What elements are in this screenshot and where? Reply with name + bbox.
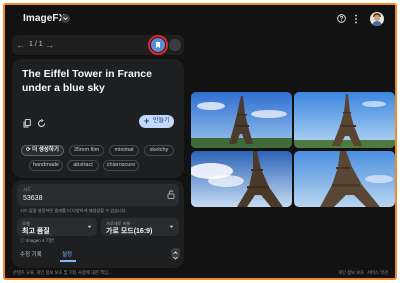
seed-value: 53638 — [23, 195, 43, 202]
refresh-icon: ⟳ — [26, 147, 31, 153]
prompt-card: The Eiffel Tower in France under a blue … — [12, 59, 184, 178]
result-counter: 1 / 1 — [29, 41, 43, 48]
expand-icon — [173, 251, 178, 260]
generated-image-3[interactable] — [191, 151, 292, 207]
settings-card: 시드 53638 시드 값을 설정하면 결과를 더 다양하게 재생성할 수 있습… — [12, 180, 184, 268]
active-tab-indicator — [60, 260, 76, 262]
copy-icon[interactable] — [23, 119, 31, 128]
footer-disclaimer: 콘텐츠 오류, 개인 정보 보호 및 기타 사항에 대한 책임... — [13, 270, 112, 275]
chip-sketchy[interactable]: sketchy — [144, 145, 174, 156]
image-gallery — [191, 92, 395, 208]
seed-label: 시드 — [23, 187, 32, 192]
app-menu-button[interactable] — [61, 14, 70, 23]
app-title: ImageFX — [23, 13, 66, 24]
seed-help-text: 시드 값을 설정하면 결과를 더 다양하게 재생성할 수 있습니다. — [20, 208, 127, 213]
ratio-value: 가로 모드(16:9) — [106, 228, 153, 235]
model-tag: ⓘ Imagen 4 기반 — [20, 238, 55, 243]
top-bar: ImageFX — [5, 5, 395, 33]
app-window: ImageFX ← 1 / 1 → The Eiffel Tower in Fr… — [3, 3, 397, 280]
avatar[interactable] — [370, 12, 384, 26]
arrow-left-icon[interactable]: ← — [16, 40, 25, 50]
chip-minimal[interactable]: minimal — [109, 145, 139, 156]
plus-icon: + — [144, 116, 150, 126]
generated-image-1[interactable] — [191, 92, 292, 148]
privacy-link[interactable]: 개인 정보 보호 — [338, 270, 364, 276]
tab-settings[interactable]: 설정 — [62, 250, 72, 258]
generated-image-2[interactable] — [294, 92, 395, 148]
prompt-input[interactable]: The Eiffel Tower in France under a blue … — [22, 67, 172, 95]
chevron-down-icon — [63, 17, 68, 21]
reset-icon[interactable] — [37, 119, 46, 128]
aspect-ratio-select[interactable]: 가로세로 비율 가로 모드(16:9) — [101, 218, 179, 236]
bookmark-icon — [156, 42, 160, 48]
seed-field[interactable]: 시드 53638 — [17, 184, 179, 206]
info-icon: ⓘ — [20, 238, 25, 243]
model-select[interactable]: 모델 최고 품질 — [17, 218, 97, 236]
help-icon[interactable] — [337, 14, 346, 23]
caret-down-icon — [169, 225, 174, 228]
more-vert-icon[interactable] — [354, 14, 358, 24]
generated-image-4[interactable] — [294, 151, 395, 207]
terms-link[interactable]: 서비스 약관 — [367, 270, 388, 276]
model-value: 최고 품질 — [22, 228, 50, 235]
circle-button[interactable] — [169, 39, 181, 51]
chip-abstract[interactable]: abstract — [67, 160, 99, 171]
caret-down-icon — [87, 225, 92, 228]
arrow-right-icon[interactable]: → — [45, 40, 54, 50]
chip-chiaroscuro[interactable]: chiaroscuro — [103, 160, 139, 171]
expand-button[interactable] — [171, 248, 180, 260]
more-chip[interactable]: ⟳ 더 생성하기 — [21, 145, 64, 156]
chip-handmade[interactable]: handmade — [29, 160, 63, 171]
lock-open-icon[interactable] — [167, 190, 175, 199]
create-button[interactable]: + 만들기 — [139, 115, 174, 128]
tab-history[interactable]: 수정 기록 — [20, 250, 42, 258]
create-button-label: 만들기 — [153, 118, 170, 124]
chip-35mm-film[interactable]: 35mm film — [69, 145, 104, 156]
bookmark-button[interactable] — [148, 35, 168, 55]
